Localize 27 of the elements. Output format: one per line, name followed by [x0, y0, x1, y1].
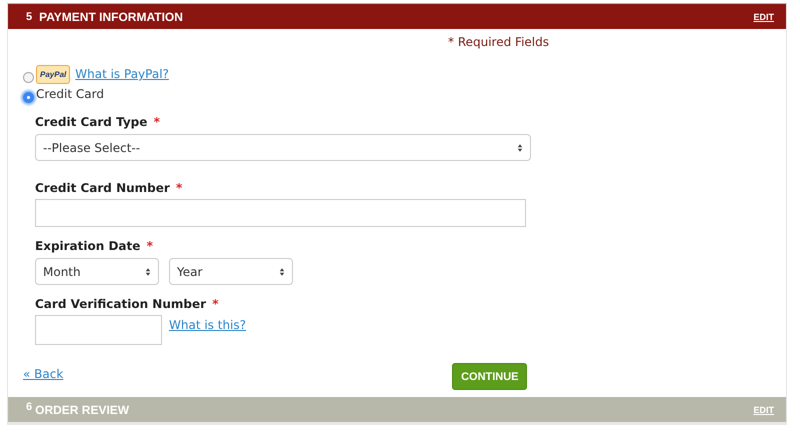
- continue-button[interactable]: CONTINUE: [452, 363, 528, 390]
- required-note: * Required Fields: [448, 35, 550, 51]
- field-label: Expiration Date *: [35, 239, 154, 254]
- month-select[interactable]: Month: [35, 258, 159, 285]
- year-select[interactable]: Year: [169, 258, 293, 285]
- updown-icon: [279, 266, 285, 276]
- card-number-field[interactable]: [35, 199, 526, 227]
- verification-field[interactable]: [35, 315, 162, 345]
- paypal-logo: PayPal: [36, 64, 70, 84]
- edit-link[interactable]: EDIT: [753, 404, 774, 414]
- section-title: PAYMENT INFORMATION: [39, 10, 183, 24]
- back-link[interactable]: « Back: [23, 367, 64, 381]
- option-label: Credit Card: [36, 87, 104, 101]
- section-number: 5: [26, 10, 32, 22]
- field-label: Credit Card Number *: [35, 181, 184, 196]
- updown-icon: [145, 266, 151, 276]
- radio-button[interactable]: [23, 72, 34, 82]
- card-type-select[interactable]: --Please Select--: [35, 134, 531, 161]
- edit-link[interactable]: EDIT: [753, 12, 774, 22]
- paypal-info-link[interactable]: What is PayPal?: [75, 67, 169, 81]
- section-number: 6: [26, 401, 32, 413]
- section-title: ORDER REVIEW: [35, 402, 130, 416]
- field-label: Credit Card Type *: [35, 115, 161, 130]
- radio-button[interactable]: [23, 92, 34, 103]
- updown-icon: [517, 142, 523, 152]
- field-label: Card Verification Number *: [35, 297, 220, 312]
- verification-info-link[interactable]: What is this?: [169, 318, 246, 332]
